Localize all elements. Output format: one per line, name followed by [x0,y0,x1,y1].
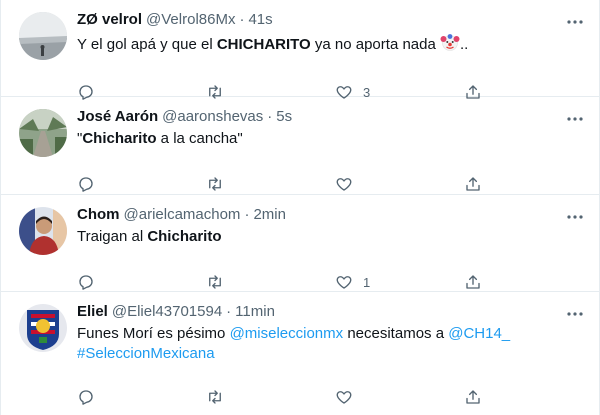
display-name[interactable]: Chom [77,205,120,225]
tweet-text: Funes Morí es pésimo @miseleccionmx nece… [77,324,585,364]
text-segment: ya no aporta nada [310,36,440,53]
retweet-icon [198,380,232,414]
tweet-card[interactable]: ZØ velrol @Velrol86Mx · 41s Y el gol apá… [1,0,599,100]
like-button[interactable] [327,380,456,414]
avatar[interactable] [19,109,67,157]
tweet-text: "Chicharito a la cancha" [77,129,585,149]
display-name[interactable]: Eliel [77,302,108,322]
reply-button[interactable] [69,380,198,414]
avatar-image [19,304,67,352]
text-bold-segment: Chicharito [82,130,157,147]
tweet-card[interactable]: José Aarón @aaronshevas · 5s "Chicharito… [1,97,599,195]
avatar[interactable] [19,207,67,255]
tweet-card[interactable]: Chom @arielcamachom · 2min Traigan al Ch… [1,195,599,292]
separator-dot: · [226,303,232,320]
text-segment: Funes Morí es pésimo [77,325,230,342]
clown-face-icon [440,32,460,58]
tweet-feed: ZØ velrol @Velrol86Mx · 41s Y el gol apá… [0,0,600,415]
text-segment: Y el gol apá y que el [77,36,217,53]
text-bold-segment: CHICHARITO [216,36,311,53]
like-count: 1 [363,274,371,290]
more-options-icon[interactable] [565,12,585,32]
avatar[interactable] [19,304,67,352]
text-segment: .. [459,36,469,53]
separator-dot: · [244,206,250,223]
avatar-image [19,109,67,157]
display-name[interactable]: ZØ velrol [77,10,142,30]
more-options-icon[interactable] [565,109,585,129]
tweet-header: Eliel @Eliel43701594 · 11min [77,302,585,322]
user-handle[interactable]: @Eliel43701594 [112,302,222,322]
separator-dot: · [267,108,273,125]
text-bold-segment: Chicharito [147,228,222,245]
share-button[interactable] [456,380,585,414]
user-handle[interactable]: @Velrol86Mx [146,10,235,30]
tweet-text: Y el gol apá y que el CHICHARITO ya no a… [77,32,585,58]
more-options-icon[interactable] [565,304,585,324]
heart-icon [327,380,361,414]
display-name[interactable]: José Aarón [77,107,158,127]
tweet-card[interactable]: Eliel @Eliel43701594 · 11min Funes Morí … [1,292,599,415]
user-handle[interactable]: @arielcamachom [124,205,241,225]
avatar[interactable] [19,12,67,60]
mention-link[interactable]: @CH14_ [448,325,510,342]
timestamp[interactable]: 11min [235,302,275,322]
text-segment: Traigan al [77,228,148,245]
tweet-header: ZØ velrol @Velrol86Mx · 41s [77,10,585,30]
reply-icon [69,380,103,414]
avatar-image [19,12,67,60]
tweet-text: Traigan al Chicharito [77,227,585,247]
tweet-header: José Aarón @aaronshevas · 5s [77,107,585,127]
retweet-button[interactable] [198,380,327,414]
more-options-icon[interactable] [565,207,585,227]
tweet-actions [69,376,585,415]
text-segment: a la cancha" [156,130,243,147]
share-icon [456,380,490,414]
text-segment: necesitamos a [343,325,449,342]
tweet-header: Chom @arielcamachom · 2min [77,205,585,225]
hashtag-link[interactable]: #SeleccionMexicana [77,345,215,362]
separator-dot: · [239,11,245,28]
timestamp[interactable]: 41s [248,10,272,30]
avatar-image [19,207,67,255]
timestamp[interactable]: 5s [276,107,292,127]
timestamp[interactable]: 2min [253,205,286,225]
user-handle[interactable]: @aaronshevas [162,107,263,127]
mention-link[interactable]: @miseleccionmx [230,325,344,342]
